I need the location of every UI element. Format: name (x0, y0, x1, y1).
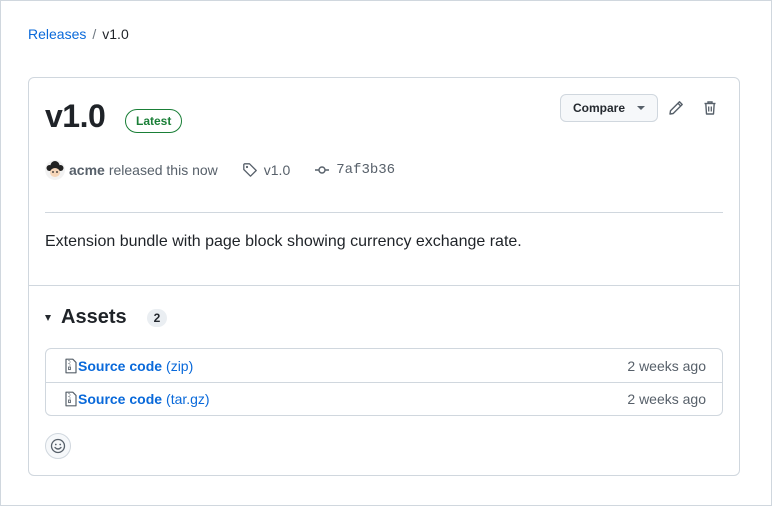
asset-ext: (tar.gz) (166, 391, 210, 407)
tag-link[interactable]: v1.0 (242, 162, 290, 178)
asset-time: 2 weeks ago (627, 357, 706, 374)
assets-count-badge: 2 (146, 308, 168, 327)
edit-release-button[interactable] (664, 96, 688, 120)
release-description: Extension bundle with page block showing… (45, 233, 522, 250)
assets-list: Source code (zip) 2 weeks ago Source cod… (45, 348, 723, 416)
asset-row: Source code (zip) 2 weeks ago (46, 349, 722, 382)
zip-file-icon (65, 358, 77, 373)
assets-toggle[interactable]: Assets 2 (45, 306, 168, 329)
chevron-down-icon (637, 106, 645, 110)
asset-link[interactable]: Source code (tar.gz) (64, 391, 210, 407)
smiley-icon (50, 438, 66, 454)
divider (45, 212, 723, 213)
release-title: v1.0 (45, 98, 106, 134)
zip-file-icon (65, 391, 77, 407)
breadcrumb-separator: / (92, 26, 97, 42)
author-link[interactable]: acme (69, 162, 105, 178)
tag-label: v1.0 (263, 162, 291, 178)
released-text: released this now (108, 162, 218, 178)
asset-row: Source code (tar.gz) 2 weeks ago (46, 382, 722, 415)
release-card: v1.0 Latest Compare acme released this n… (28, 77, 740, 476)
latest-badge: Latest (125, 109, 183, 133)
asset-name: Source code (78, 357, 163, 374)
breadcrumb: Releases / v1.0 (28, 26, 129, 42)
pencil-icon (669, 101, 683, 115)
tag-icon (242, 163, 257, 177)
asset-ext: (zip) (166, 357, 194, 374)
asset-time: 2 weeks ago (627, 391, 706, 407)
asset-link[interactable]: Source code (zip) (64, 358, 193, 374)
trash-icon (704, 101, 716, 115)
commit-hash: 7af3b36 (336, 162, 396, 178)
delete-release-button[interactable] (698, 96, 722, 120)
compare-button[interactable]: Compare (560, 94, 658, 122)
commit-icon (315, 166, 330, 174)
avatar[interactable] (45, 160, 65, 180)
add-reaction-button[interactable] (45, 433, 71, 459)
assets-title: Assets (61, 306, 127, 328)
breadcrumb-releases-link[interactable]: Releases (28, 26, 86, 42)
asset-name: Source code (78, 391, 163, 407)
author-avatar-icon (45, 160, 65, 180)
divider (29, 285, 739, 286)
triangle-down-icon (45, 314, 51, 321)
release-meta: acme released this now v1.0 7af3b36 (45, 160, 395, 180)
commit-link[interactable]: 7af3b36 (314, 162, 395, 178)
breadcrumb-current: v1.0 (102, 26, 129, 42)
compare-label: Compare (573, 101, 626, 115)
